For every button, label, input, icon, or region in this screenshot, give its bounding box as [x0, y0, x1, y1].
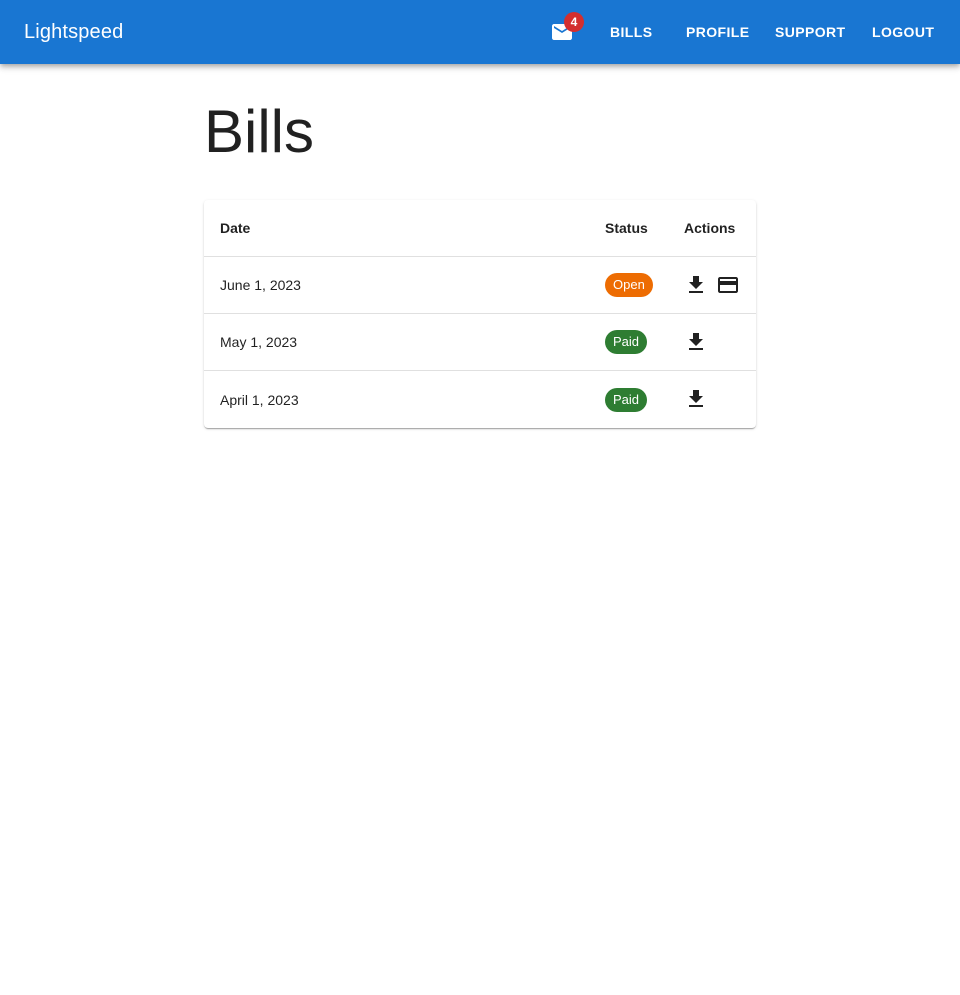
status-badge: Paid: [605, 387, 648, 412]
table-row: May 1, 2023 Paid: [204, 314, 756, 371]
table-row: June 1, 2023 Open: [204, 257, 756, 314]
nav-logout-button[interactable]: LOGOUT: [872, 14, 934, 50]
header-status: Status: [605, 220, 648, 236]
mail-button[interactable]: 4: [538, 8, 586, 56]
status-cell: Open: [605, 257, 653, 313]
credit-card-icon: [718, 277, 738, 293]
status-badge: Paid: [605, 330, 648, 354]
header-date: Date: [220, 220, 251, 236]
status-cell: Paid: [605, 371, 648, 428]
mail-badge: 4: [564, 12, 584, 32]
app-bar: Lightspeed 4 BILLS PROFILE SUPPORT LOGOU…: [0, 0, 960, 64]
nav-support-button[interactable]: SUPPORT: [775, 14, 845, 50]
download-icon: [689, 390, 703, 407]
bill-date: April 1, 2023: [220, 391, 299, 408]
table-header-row: Date Status Actions: [204, 200, 756, 257]
brand-title[interactable]: Lightspeed: [24, 20, 123, 44]
nav-bills-button[interactable]: BILLS: [610, 14, 652, 50]
bills-table: Date Status Actions June 1, 2023 Open Ma…: [204, 200, 756, 428]
download-button[interactable]: [680, 269, 712, 301]
pay-button[interactable]: [712, 269, 744, 301]
status-badge: Open: [605, 273, 653, 297]
page-title: Bills: [204, 98, 315, 165]
nav-profile-button[interactable]: PROFILE: [686, 14, 749, 50]
table-row: April 1, 2023 Paid: [204, 371, 756, 428]
bill-date: June 1, 2023: [220, 277, 301, 293]
download-icon: [689, 276, 703, 293]
bill-date: May 1, 2023: [220, 334, 298, 350]
download-button[interactable]: [680, 383, 712, 415]
download-button[interactable]: [680, 326, 712, 358]
status-cell: Paid: [605, 314, 648, 370]
header-actions: Actions: [684, 220, 736, 236]
download-icon: [689, 333, 703, 350]
